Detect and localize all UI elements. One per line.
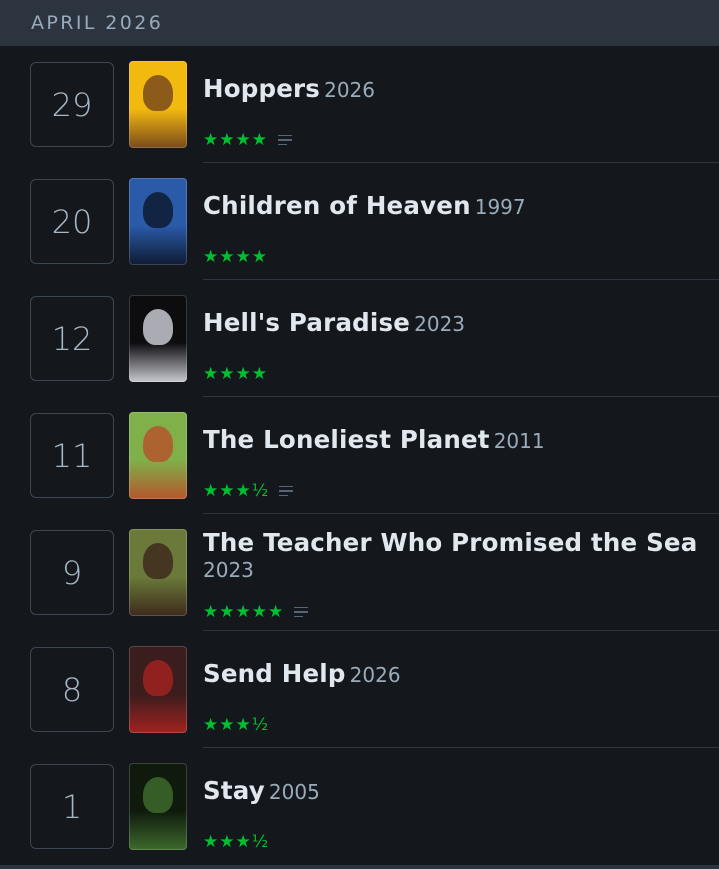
review-text-icon[interactable]	[294, 606, 309, 618]
day-box[interactable]: 29	[30, 62, 114, 147]
film-year[interactable]: 2011	[494, 429, 545, 453]
entry-meta: ★★★★	[203, 247, 268, 267]
film-year[interactable]: 2023	[203, 558, 698, 582]
review-text-icon[interactable]	[279, 485, 294, 497]
poster-art	[143, 660, 173, 696]
star-rating: ★★★★	[203, 130, 268, 150]
film-title[interactable]: The Teacher Who Promised the Sea	[203, 528, 698, 557]
diary-entry: 29 Hoppers 2026 ★★★★	[0, 46, 719, 163]
entry-meta: ★★★★	[203, 364, 268, 384]
film-year[interactable]: 1997	[475, 195, 526, 219]
film-year[interactable]: 2026	[324, 78, 375, 102]
star-rating: ★★★★	[203, 364, 268, 384]
day-box[interactable]: 1	[30, 764, 114, 849]
review-text-icon[interactable]	[277, 134, 292, 146]
footer-bar	[0, 865, 719, 869]
entry-meta: ★★★½	[203, 832, 269, 852]
star-rating: ★★★★★	[203, 602, 285, 622]
entry-meta: ★★★½	[203, 715, 269, 735]
day-box[interactable]: 12	[30, 296, 114, 381]
diary-entry: 20 Children of Heaven 1997 ★★★★	[0, 163, 719, 280]
month-header-label: APRIL 2026	[31, 12, 164, 34]
film-year[interactable]: 2005	[269, 780, 320, 804]
film-poster[interactable]	[129, 295, 187, 382]
film-poster[interactable]	[129, 529, 187, 616]
film-title-line: Children of Heaven 1997	[203, 191, 526, 220]
film-title-line: Stay 2005	[203, 776, 320, 805]
film-title-line: Send Help 2026	[203, 659, 401, 688]
film-title[interactable]: Hell's Paradise	[203, 308, 410, 337]
diary-entry: 8 Send Help 2026 ★★★½	[0, 631, 719, 748]
film-title-line: Hell's Paradise 2023	[203, 308, 465, 337]
entry-meta: ★★★★	[203, 130, 292, 150]
diary-entry: 1 Stay 2005 ★★★½	[0, 748, 719, 865]
day-box[interactable]: 9	[30, 530, 114, 615]
day-box[interactable]: 11	[30, 413, 114, 498]
diary-entry: 9 The Teacher Who Promised the Sea 2023 …	[0, 514, 719, 631]
diary-month-section: APRIL 2026 29 Hoppers 2026 ★★★★ 20 Childr…	[0, 0, 719, 869]
poster-art	[143, 75, 173, 111]
diary-entry: 12 Hell's Paradise 2023 ★★★★	[0, 280, 719, 397]
film-title[interactable]: Hoppers	[203, 74, 320, 103]
star-rating: ★★★½	[203, 715, 270, 735]
star-rating: ★★★½	[203, 481, 270, 501]
star-rating: ★★★★	[203, 247, 268, 267]
film-title-line: The Loneliest Planet 2011	[203, 425, 545, 454]
entry-meta: ★★★½	[203, 481, 294, 501]
poster-art	[143, 192, 173, 228]
film-year[interactable]: 2023	[414, 312, 465, 336]
day-box[interactable]: 8	[30, 647, 114, 732]
film-title[interactable]: Stay	[203, 776, 265, 805]
poster-art	[143, 426, 173, 462]
film-year[interactable]: 2026	[350, 663, 401, 687]
poster-art	[143, 543, 173, 579]
film-title[interactable]: Children of Heaven	[203, 191, 471, 220]
day-box[interactable]: 20	[30, 179, 114, 264]
film-poster[interactable]	[129, 763, 187, 850]
poster-art	[143, 777, 173, 813]
diary-entry: 11 The Loneliest Planet 2011 ★★★½	[0, 397, 719, 514]
film-title[interactable]: The Loneliest Planet	[203, 425, 490, 454]
film-title[interactable]: Send Help	[203, 659, 346, 688]
film-title-line: The Teacher Who Promised the Sea 2023	[203, 528, 698, 582]
film-poster[interactable]	[129, 178, 187, 265]
month-header: APRIL 2026	[0, 0, 719, 46]
diary-entry-list: 29 Hoppers 2026 ★★★★ 20 Children of Heave…	[0, 46, 719, 865]
film-title-line: Hoppers 2026	[203, 74, 375, 103]
film-poster[interactable]	[129, 646, 187, 733]
star-rating: ★★★½	[203, 832, 270, 852]
film-poster[interactable]	[129, 61, 187, 148]
entry-meta: ★★★★★	[203, 602, 309, 622]
poster-art	[143, 309, 173, 345]
film-poster[interactable]	[129, 412, 187, 499]
